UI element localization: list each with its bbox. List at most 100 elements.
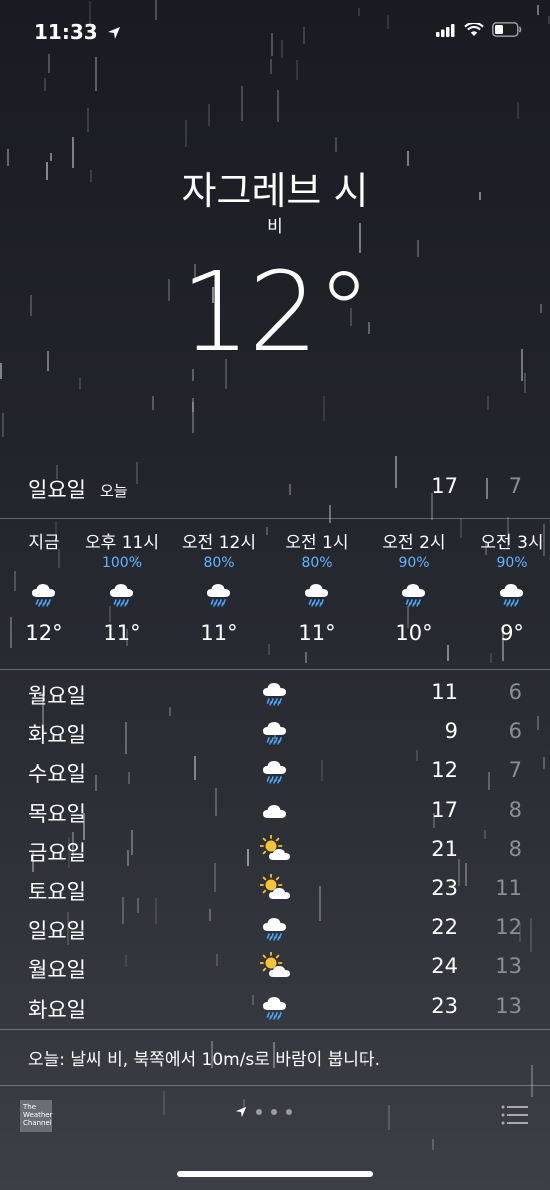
page-dot[interactable] <box>286 1109 292 1115</box>
daily-row: 화요일 9 6 <box>28 713 522 752</box>
daily-day: 월요일 <box>28 958 86 983</box>
hourly-precip-chance: 90% <box>398 555 430 571</box>
current-temperature: 12° <box>180 248 372 376</box>
daily-high: 12 <box>431 758 458 783</box>
daily-low: 8 <box>508 836 522 861</box>
hourly-forecast[interactable]: 지금 12° 오후 11시 100% 11° 오전 12시 80% 11° 오전… <box>0 528 550 658</box>
today-summary: 오늘: 날씨 비, 북쪽에서 10m/s로 바람이 붑니다. <box>28 1050 380 1070</box>
current-condition: 비 <box>267 217 283 237</box>
page-dot[interactable] <box>256 1109 262 1115</box>
location-arrow-icon <box>107 27 120 39</box>
hourly-time: 오전 2시 <box>382 533 446 553</box>
hourly-temp: 11° <box>298 621 336 645</box>
daily-row: 일요일 22 12 <box>28 909 522 948</box>
daily-low: 13 <box>495 954 522 979</box>
daily-high: 22 <box>431 915 458 940</box>
status-icons <box>436 22 522 37</box>
daily-high: 24 <box>431 954 458 979</box>
hourly-time: 오전 1시 <box>285 533 349 553</box>
daily-low: 7 <box>508 758 522 783</box>
weather-channel-logo[interactable]: The Weather Channel <box>20 1100 52 1132</box>
home-indicator[interactable] <box>177 1171 373 1177</box>
daily-forecast: 월요일 11 6 화요일 9 6 수요일 12 7 목요일 17 8 금요일 2… <box>28 674 522 1027</box>
partly-cloudy-icon <box>259 951 290 978</box>
city-name: 자그레브 시 <box>181 169 369 213</box>
hourly-item: 오전 1시 80% 11° <box>269 528 365 645</box>
daily-row: 수요일 12 7 <box>28 752 522 791</box>
rain-cloud-icon <box>110 584 133 607</box>
city-list-icon[interactable] <box>500 1104 530 1126</box>
cloud-icon <box>263 804 286 818</box>
hourly-item: 오후 11시 100% 11° <box>74 528 170 645</box>
daily-row: 화요일 23 13 <box>28 988 522 1027</box>
rain-cloud-icon <box>207 584 230 607</box>
hourly-precip-chance: 90% <box>496 555 528 571</box>
rain-cloud-icon <box>32 584 55 607</box>
daily-low: 8 <box>508 797 522 822</box>
cellular-signal-icon <box>436 23 455 37</box>
hourly-item: 오전 3시 90% 9° <box>464 528 550 645</box>
daily-low: 6 <box>508 719 522 744</box>
daily-row: 금요일 21 8 <box>28 831 522 870</box>
daily-low: 11 <box>495 875 522 900</box>
daily-high: 21 <box>431 836 458 861</box>
hourly-precip-chance: 100% <box>101 555 143 571</box>
today-tag: 오늘 <box>100 482 128 500</box>
daily-day: 화요일 <box>28 997 86 1022</box>
rain-cloud-icon <box>263 996 286 1020</box>
hourly-time: 오전 12시 <box>182 533 256 553</box>
hourly-temp: 9° <box>500 621 524 645</box>
location-arrow-icon <box>235 1106 247 1118</box>
hourly-time: 오전 3시 <box>480 533 544 553</box>
daily-row: 월요일 24 13 <box>28 948 522 987</box>
hourly-temp: 11° <box>200 621 238 645</box>
daily-day: 화요일 <box>28 723 86 748</box>
hourly-item: 오전 2시 90% 10° <box>366 528 462 645</box>
daily-day: 토요일 <box>28 879 86 904</box>
page-dot[interactable] <box>271 1109 277 1115</box>
daily-high: 9 <box>444 719 458 744</box>
battery-icon <box>492 22 522 37</box>
hourly-temp: 10° <box>395 621 433 645</box>
hourly-item: 오전 12시 80% 11° <box>171 528 267 645</box>
hourly-precip-chance: 80% <box>203 555 235 571</box>
daily-high: 23 <box>431 993 458 1018</box>
hourly-temp: 11° <box>103 621 141 645</box>
today-day: 일요일 <box>28 478 86 502</box>
wifi-icon <box>464 22 484 36</box>
daily-row: 월요일 11 6 <box>28 674 522 713</box>
daily-high: 17 <box>431 797 458 822</box>
divider <box>0 518 550 519</box>
partly-cloudy-icon <box>259 873 290 899</box>
daily-day: 일요일 <box>28 919 86 944</box>
rain-cloud-icon <box>263 683 286 706</box>
daily-low: 13 <box>495 993 522 1018</box>
rain-cloud-icon <box>500 584 523 607</box>
today-high: 17 <box>431 474 458 498</box>
rain-cloud-icon <box>263 761 286 785</box>
page-indicator[interactable] <box>235 1106 292 1118</box>
daily-day: 월요일 <box>28 684 86 708</box>
daily-day: 수요일 <box>28 762 86 787</box>
daily-day: 금요일 <box>28 840 86 865</box>
rain-cloud-icon <box>263 722 286 745</box>
rain-cloud-icon <box>402 584 425 607</box>
hourly-time: 오후 11시 <box>85 533 159 553</box>
divider <box>0 1085 550 1086</box>
daily-row: 토요일 23 11 <box>28 870 522 909</box>
hourly-precip-chance: 80% <box>301 555 333 571</box>
daily-row: 목요일 17 8 <box>28 792 522 831</box>
rain-cloud-icon <box>263 918 286 941</box>
today-row: 일요일 오늘 17 7 <box>28 474 522 508</box>
divider <box>0 1029 550 1030</box>
status-time: 11:33 <box>34 20 121 44</box>
today-low: 7 <box>508 474 522 498</box>
weather-channel-logo-text: The Weather Channel <box>23 1103 53 1127</box>
daily-high: 11 <box>431 680 458 704</box>
daily-high: 23 <box>431 875 458 900</box>
rain-cloud-icon <box>305 584 328 607</box>
daily-day: 목요일 <box>28 801 86 826</box>
divider <box>0 669 550 670</box>
partly-cloudy-icon <box>259 834 290 860</box>
daily-low: 12 <box>495 915 522 940</box>
